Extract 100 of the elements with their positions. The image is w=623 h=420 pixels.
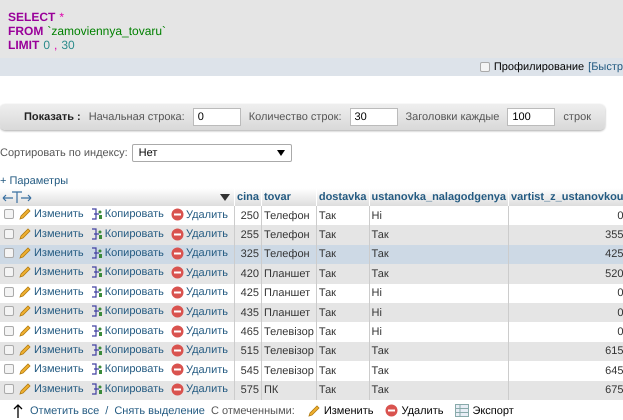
edit-link[interactable]: Изменить [34,266,84,278]
rows-suffix: строк [563,111,592,123]
table-cell: 465 [234,322,262,342]
edit-link[interactable]: Изменить [34,305,84,318]
quick-edit-link[interactable]: [Быстр [588,61,623,73]
delete-link[interactable]: Удалить [186,364,228,376]
dropdown-arrow-icon[interactable] [220,194,230,200]
delete-icon [170,266,184,280]
edit-link[interactable]: Изменить [34,286,84,298]
uncheck-all-link[interactable]: Снять выделение [114,404,205,417]
delete-link[interactable]: Удалить [186,208,228,221]
edit-link[interactable]: Изменить [34,324,84,337]
delete-link[interactable]: Удалить [186,266,228,279]
column-arrows-icon[interactable] [2,191,32,203]
edit-link[interactable]: Изменить [34,344,84,356]
input-field[interactable]: 100 [507,108,556,126]
copy-link[interactable]: Копировать [104,228,164,240]
row-checkbox[interactable] [4,267,14,278]
edit-link[interactable]: Изменить [34,246,84,259]
sql-token: * [59,10,64,24]
delete-link[interactable]: Удалить [186,228,228,240]
column-header[interactable]: ustanovka_nalagodgenya [369,188,509,206]
row-checkbox[interactable] [4,306,14,316]
column-header[interactable]: dostavka [316,188,370,206]
display-label: Показать : [24,111,81,123]
sort-dropdown[interactable]: Нет [132,144,292,162]
table-cell: Телевізор [262,361,316,381]
field-label: Начальная строка: [88,111,185,123]
copy-link[interactable]: Копировать [104,382,164,395]
profiling-checkbox[interactable] [480,62,490,72]
row-checkbox[interactable] [4,364,14,374]
delete-icon [170,246,184,260]
table-cell: Так [316,322,370,342]
table-cell: Так [316,225,370,245]
table-cell: Ні [369,302,509,322]
delete-link[interactable]: Удалить [186,344,228,356]
copy-link[interactable]: Копировать [104,208,164,220]
footer-action-button[interactable]: Экспорт [472,404,514,417]
copy-icon [90,362,103,376]
pencil-icon [18,226,32,241]
copy-icon [90,324,103,338]
delete-link[interactable]: Удалить [186,286,228,298]
pencil-icon [18,324,32,338]
table-cell: Так [316,206,370,226]
table-cell: Так [316,361,370,381]
delete-link[interactable]: Удалить [186,383,228,396]
copy-icon [90,226,103,241]
edit-link[interactable]: Изменить [34,228,84,240]
footer-action-button[interactable]: Удалить [401,404,444,417]
copy-link[interactable]: Копировать [104,363,164,376]
row-checkbox[interactable] [4,384,14,394]
delete-icon [170,305,184,318]
table-cell: Телевізор [262,322,316,342]
pencil-icon [18,362,32,376]
sort-label: Сортировать по индексу: [0,147,128,159]
table-cell: 545 [234,361,262,381]
delete-link[interactable]: Удалить [186,306,228,318]
copy-link[interactable]: Копировать [104,266,164,278]
row-checkbox[interactable] [4,344,14,355]
edit-link[interactable]: Изменить [34,382,84,395]
sql-token: SELECT [8,10,56,24]
copy-link[interactable]: Копировать [104,246,164,259]
table-cell: 425 [508,244,623,264]
copy-icon [90,382,103,396]
column-header[interactable]: tovar [262,188,316,206]
table-cell: 0 [508,206,623,226]
copy-link[interactable]: Копировать [104,324,164,337]
input-field[interactable]: 30 [350,108,398,126]
table-cell: ПК [262,380,316,400]
check-all-link[interactable]: Отметить все [30,404,100,417]
sql-token: LIMIT [8,38,40,52]
edit-link[interactable]: Изменить [34,363,84,376]
table-cell: Так [316,380,370,400]
footer-action-button[interactable]: Изменить [324,404,374,417]
separator-text: / [105,404,108,417]
copy-link[interactable]: Копировать [104,286,164,298]
delete-link[interactable]: Удалить [186,247,228,260]
table-cell: Ні [369,322,509,342]
arrow-up-icon [12,404,24,418]
copy-link[interactable]: Копировать [104,344,164,356]
input-field[interactable]: 0 [192,108,241,126]
column-header[interactable]: cina [234,188,262,206]
table-cell: 645 [508,361,623,381]
sql-token: 0 [43,38,50,52]
table-cell: Ні [369,206,509,226]
table-cell: Телевізор [262,342,316,362]
row-checkbox[interactable] [4,286,14,297]
row-checkbox[interactable] [4,209,14,220]
edit-link[interactable]: Изменить [34,208,84,220]
options-link[interactable]: + Параметры [0,175,68,187]
row-checkbox[interactable] [4,326,14,336]
row-checkbox[interactable] [4,228,14,239]
table-cell: 615 [508,342,623,362]
row-checkbox[interactable] [4,248,14,258]
pencil-icon [18,342,32,357]
delete-link[interactable]: Удалить [186,325,228,338]
column-header[interactable]: vartist_z_ustanovkou [508,188,623,206]
table-cell: Так [316,302,370,322]
table-cell: Так [316,264,370,284]
copy-link[interactable]: Копировать [104,305,164,318]
